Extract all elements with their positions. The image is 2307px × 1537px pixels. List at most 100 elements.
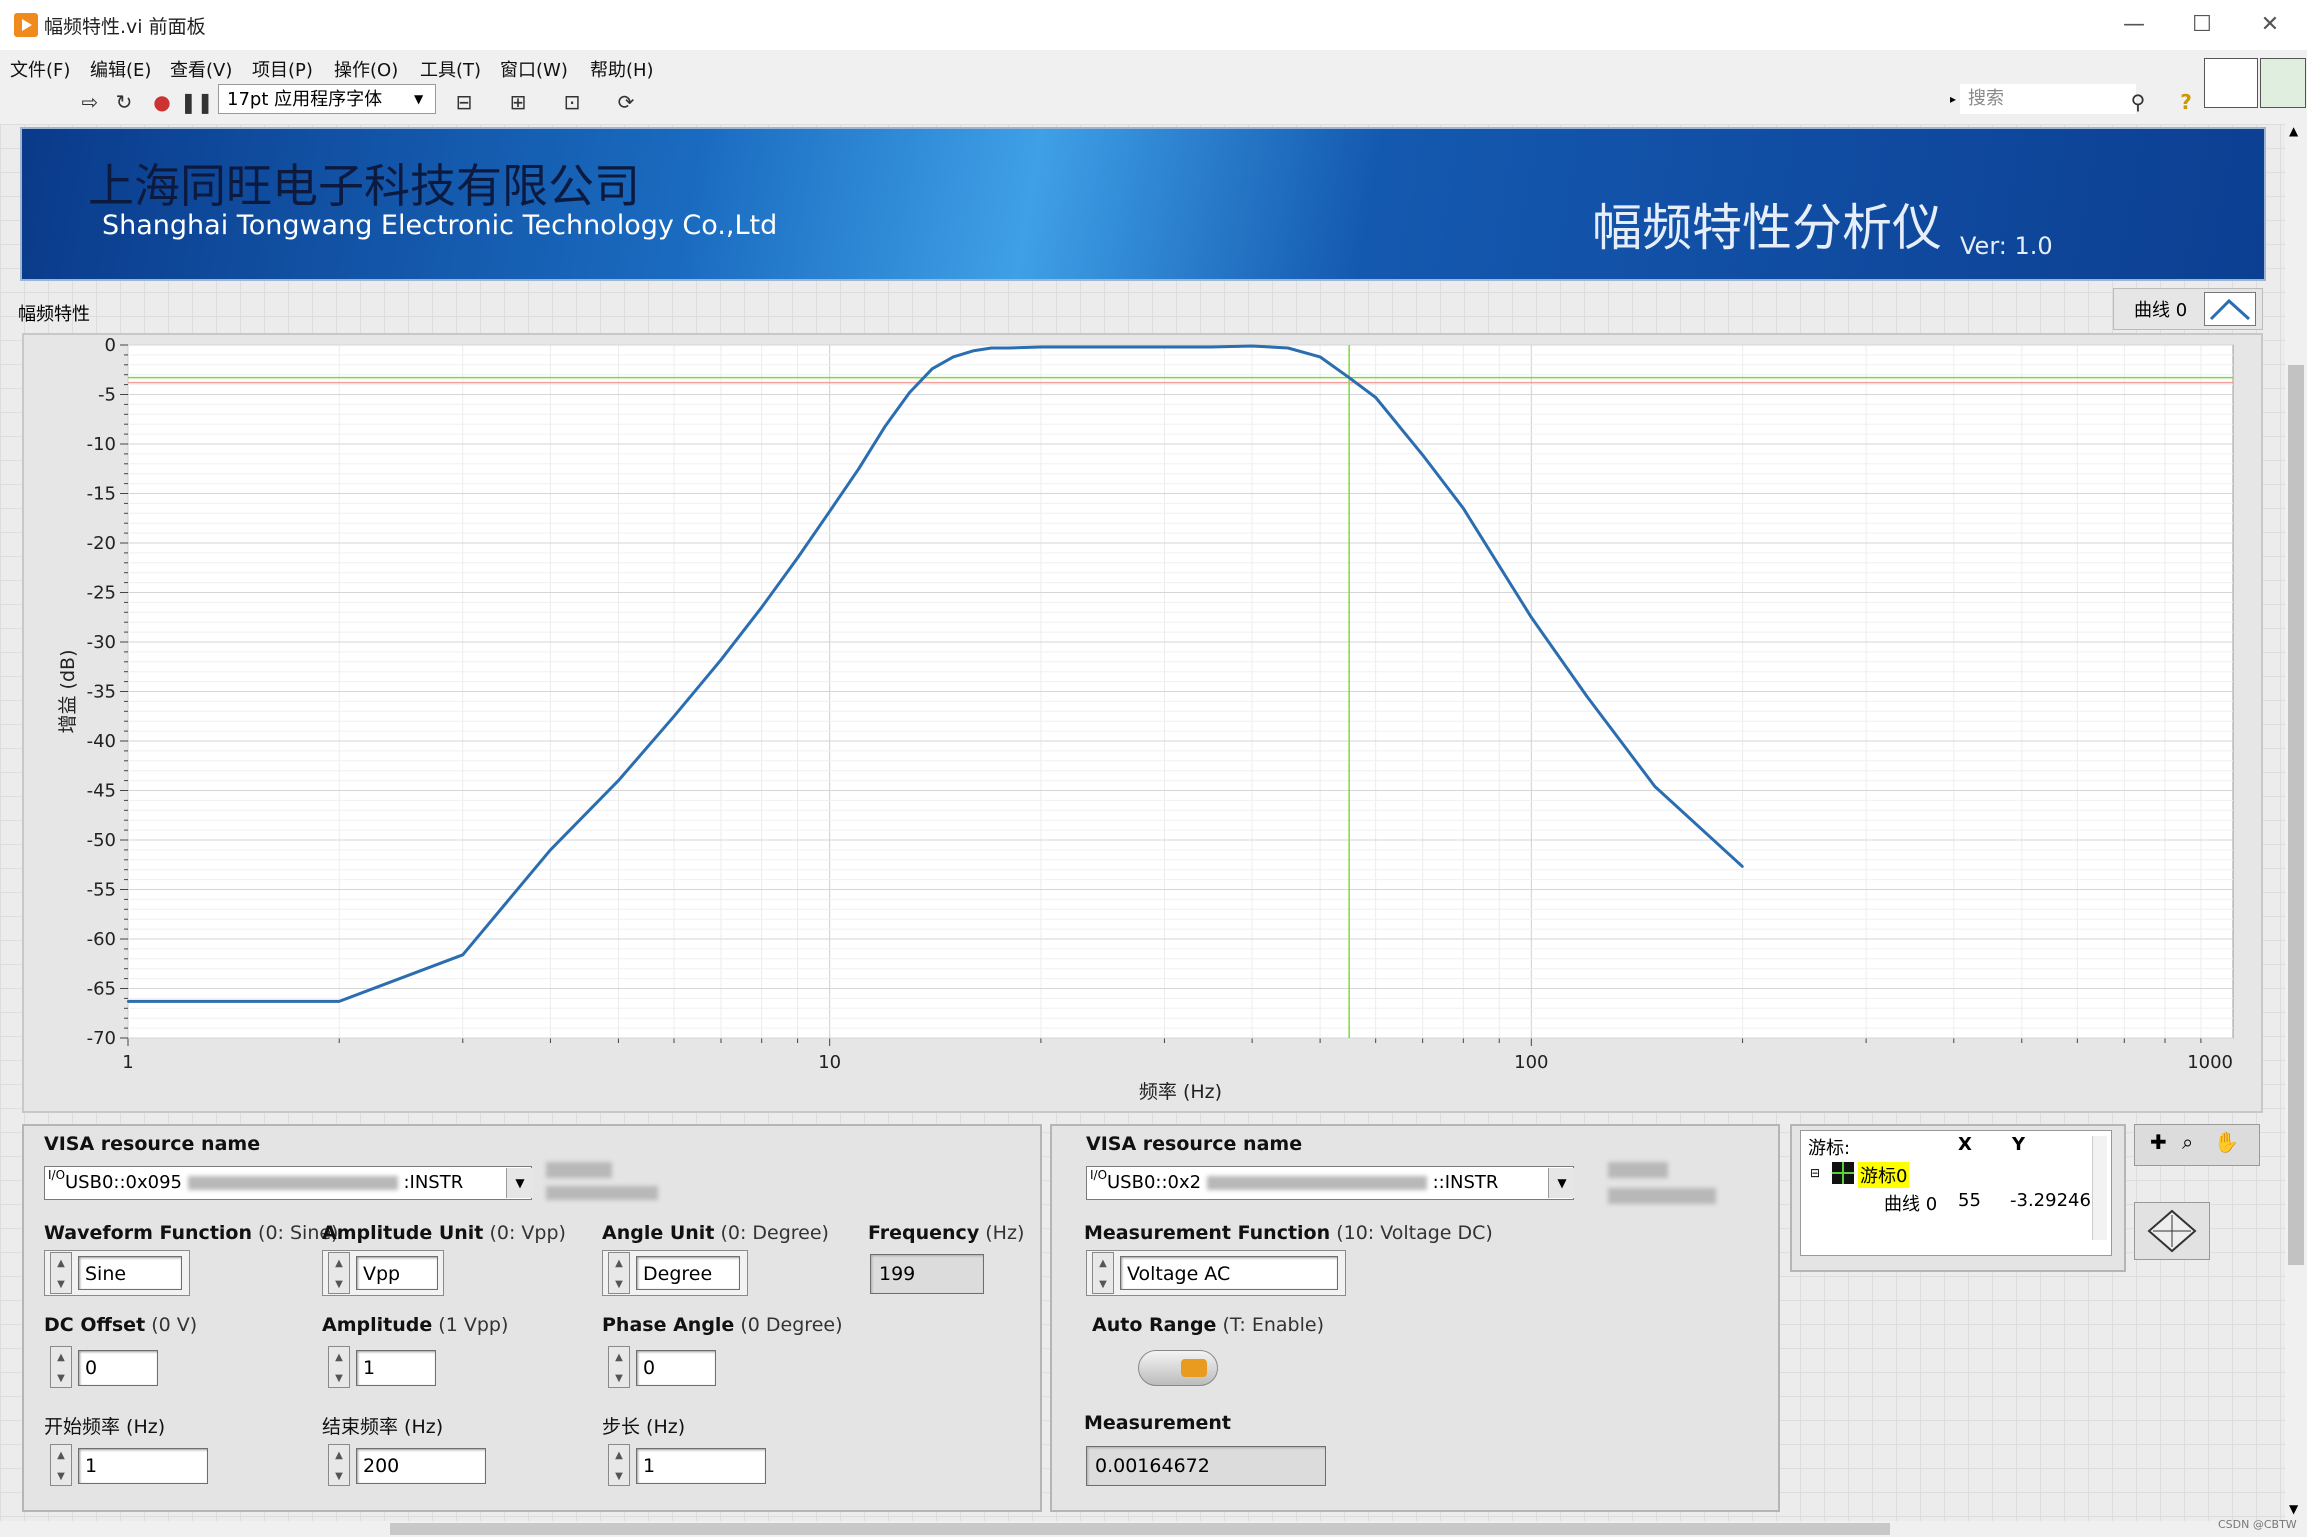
- search-expand-icon[interactable]: ▸: [1950, 92, 1956, 106]
- distribute-objects-icon[interactable]: ⊞: [504, 88, 532, 116]
- run-continuously-icon[interactable]: ↻: [110, 88, 138, 116]
- chevron-down-icon: ▼: [414, 92, 424, 106]
- menu-tools[interactable]: 工具(T): [420, 56, 481, 82]
- auto-range-toggle[interactable]: [1138, 1350, 1218, 1386]
- data-point: [1007, 346, 1010, 350]
- data-point: [971, 349, 975, 353]
- gen-visa-value-end: :INSTR: [403, 1172, 464, 1193]
- x-axis-label: 频率 (Hz): [1139, 1081, 1222, 1103]
- zoom-tool-icon[interactable]: ⌕: [2182, 1130, 2193, 1154]
- waveform-increment-icon[interactable]: ▲ ▼: [50, 1252, 72, 1294]
- cursor-name[interactable]: 游标0: [1858, 1162, 1910, 1188]
- chevron-down-icon[interactable]: ▼: [1548, 1168, 1575, 1198]
- phase-angle-increment-icon[interactable]: ▲ ▼: [608, 1346, 630, 1388]
- cursor-style-icon[interactable]: [1832, 1162, 1854, 1184]
- company-name-cn: 上海同旺电子科技有限公司: [88, 159, 640, 213]
- watermark: CSDN @CBTW: [2218, 1518, 2297, 1531]
- labview-logo-icon: [14, 13, 38, 37]
- measurement-function-label: Measurement Function (10: Voltage DC): [1084, 1222, 1493, 1244]
- cursor-move-tool-icon[interactable]: ✚: [2150, 1130, 2167, 1154]
- meter-visa-value-start: USB0::0x2: [1107, 1172, 1202, 1193]
- menu-project[interactable]: 项目(P): [252, 56, 313, 82]
- dc-offset-input[interactable]: 0: [78, 1350, 158, 1386]
- data-point: [1107, 345, 1111, 349]
- search-input[interactable]: 搜索: [1960, 84, 2136, 114]
- start-frequency-increment-icon[interactable]: ▲ ▼: [50, 1444, 72, 1486]
- y-axis-label: 增益 (dB): [57, 650, 79, 734]
- waveform-function-value[interactable]: Sine: [78, 1256, 182, 1290]
- angle-unit-value[interactable]: Degree: [636, 1256, 740, 1290]
- measurement-label: Measurement: [1084, 1412, 1231, 1434]
- amplitude-unit-increment-icon[interactable]: ▲ ▼: [328, 1252, 350, 1294]
- plot-legend-swatch[interactable]: [2204, 292, 2256, 326]
- horizontal-scroll-thumb[interactable]: [390, 1523, 1890, 1535]
- meter-visa-resource[interactable]: USB0::0x2 ::INSTR: [1086, 1166, 1574, 1200]
- company-name-en: Shanghai Tongwang Electronic Technology …: [102, 210, 778, 241]
- data-point: [1318, 355, 1322, 359]
- menu-view[interactable]: 查看(V): [170, 56, 232, 82]
- cursor-y-value[interactable]: -3.29246: [2010, 1190, 2098, 1211]
- data-point: [1210, 345, 1213, 349]
- minimize-button[interactable]: —: [2104, 8, 2164, 42]
- pan-hand-icon[interactable]: ✋: [2214, 1130, 2239, 1154]
- data-point: [672, 715, 676, 718]
- menu-operate[interactable]: 操作(O): [334, 56, 398, 82]
- measurement-indicator: 0.00164672: [1086, 1446, 1326, 1486]
- y-tick-label: -60: [87, 929, 116, 950]
- help-icon[interactable]: ?: [2172, 88, 2200, 116]
- scroll-down-icon[interactable]: ▼: [2289, 1502, 2298, 1516]
- dc-offset-increment-icon[interactable]: ▲ ▼: [50, 1346, 72, 1388]
- frequency-indicator: 199: [870, 1254, 984, 1294]
- menu-help[interactable]: 帮助(H): [590, 56, 654, 82]
- menu-edit[interactable]: 编辑(E): [90, 56, 151, 82]
- chevron-down-icon[interactable]: ▼: [506, 1168, 533, 1198]
- step-input[interactable]: 1: [636, 1448, 766, 1484]
- search-icon[interactable]: ⚲: [2124, 88, 2152, 116]
- maximize-button[interactable]: ☐: [2172, 8, 2232, 42]
- data-point: [1374, 396, 1377, 399]
- amplitude-increment-icon[interactable]: ▲ ▼: [328, 1346, 350, 1388]
- phase-angle-label: Phase Angle (0 Degree): [602, 1314, 843, 1336]
- abort-icon[interactable]: ●: [148, 88, 176, 116]
- step-increment-icon[interactable]: ▲ ▼: [608, 1444, 630, 1486]
- pause-icon[interactable]: ❚❚: [180, 88, 214, 116]
- cursor-mover[interactable]: [2134, 1202, 2210, 1260]
- gen-visa-resource[interactable]: USB0::0x095 :INSTR: [44, 1166, 532, 1200]
- scroll-up-icon[interactable]: ▲: [2289, 124, 2298, 138]
- y-tick-label: -70: [87, 1028, 116, 1049]
- menu-window[interactable]: 窗口(W): [500, 56, 568, 82]
- reorder-icon[interactable]: ⟳: [612, 88, 640, 116]
- close-button[interactable]: ✕: [2240, 8, 2300, 42]
- vi-icon[interactable]: [2260, 58, 2306, 108]
- resize-objects-icon[interactable]: ⊡: [558, 88, 586, 116]
- plot-legend-name: 曲线 0: [2134, 300, 2188, 321]
- data-point: [461, 953, 464, 957]
- end-frequency-increment-icon[interactable]: ▲ ▼: [328, 1444, 350, 1486]
- collapse-icon[interactable]: ⊟: [1810, 1166, 1820, 1180]
- menu-file[interactable]: 文件(F): [10, 56, 70, 82]
- data-point: [1250, 344, 1254, 348]
- cursor-x-value[interactable]: 55: [1958, 1190, 1981, 1211]
- run-arrow-icon[interactable]: ⇨: [76, 88, 104, 116]
- y-tick-label: -55: [87, 880, 116, 901]
- data-point: [1585, 695, 1589, 698]
- end-frequency-input[interactable]: 200: [356, 1448, 486, 1484]
- font-select[interactable]: 17pt 应用程序字体: [218, 84, 436, 114]
- align-objects-icon[interactable]: ⊟: [450, 88, 478, 116]
- angle-unit-increment-icon[interactable]: ▲ ▼: [608, 1252, 630, 1294]
- amplitude-unit-value[interactable]: Vpp: [356, 1256, 438, 1290]
- amplitude-input[interactable]: 1: [356, 1350, 436, 1386]
- y-tick-label: -40: [87, 731, 116, 752]
- app-title: 幅频特性分析仪: [1592, 199, 1942, 257]
- graph-plot[interactable]: 0 -5 -10 -15 -20 -25 -30 -35 -40 -45 -50 -55 -60 -65 -…: [22, 333, 2263, 1113]
- vertical-scroll-thumb[interactable]: [2288, 365, 2304, 1265]
- y-tick-label: 0: [105, 335, 116, 356]
- cursor-mover-diamond-icon: [2147, 1209, 2197, 1253]
- measurement-function-value[interactable]: Voltage AC: [1120, 1256, 1338, 1290]
- cursor-legend-scrollbar[interactable]: [2092, 1136, 2107, 1240]
- gen-visa-value-start: USB0::0x095: [65, 1172, 182, 1193]
- start-frequency-input[interactable]: 1: [78, 1448, 208, 1484]
- phase-angle-input[interactable]: 0: [636, 1350, 716, 1386]
- measurement-function-increment-icon[interactable]: ▲ ▼: [1092, 1252, 1114, 1294]
- connector-pane-icon[interactable]: [2204, 58, 2258, 108]
